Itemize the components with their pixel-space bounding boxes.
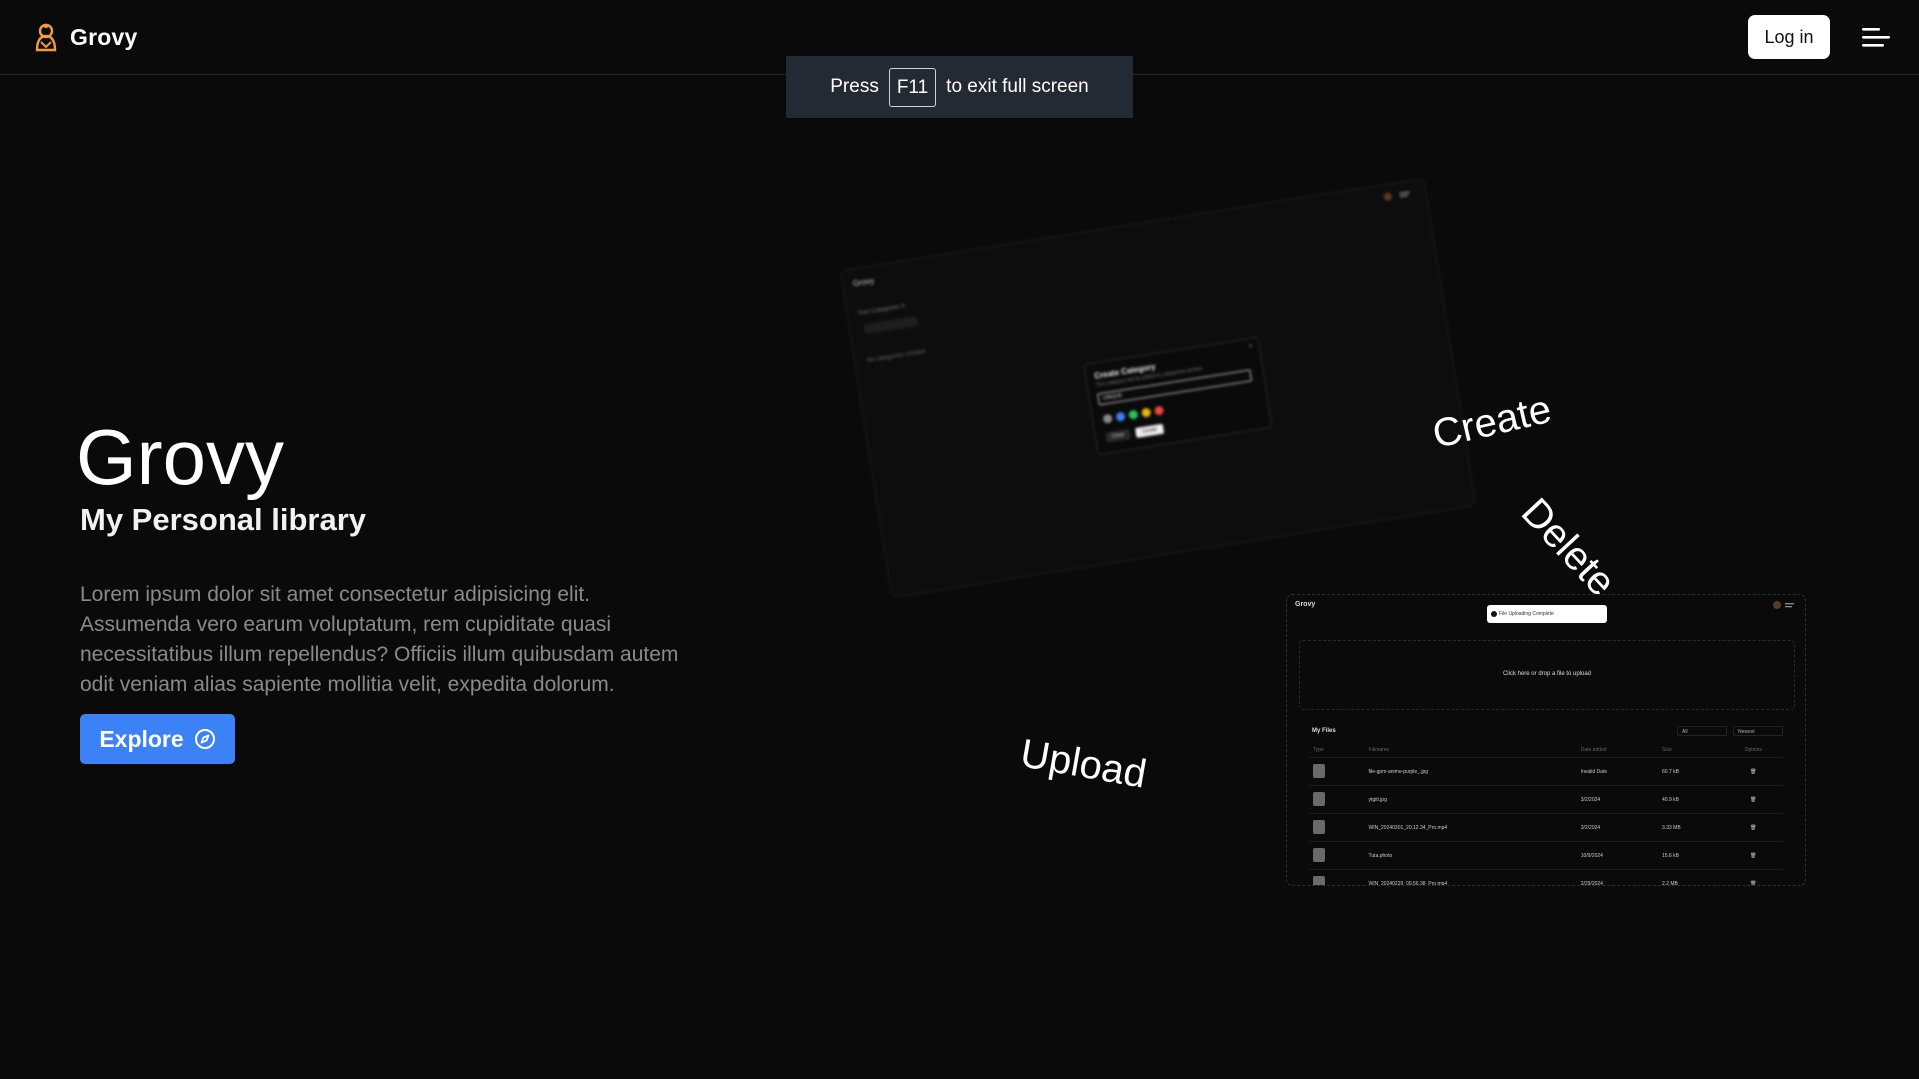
explore-label: Explore — [99, 725, 184, 752]
fullscreen-notice-suffix: to exit full screen — [946, 76, 1089, 97]
preview-empty-text: No categories created — [866, 349, 926, 365]
file-thumbnail — [1313, 763, 1325, 778]
trash-icon: 🗑 — [1750, 880, 1757, 886]
preview-header-icons — [1773, 601, 1794, 609]
file-size-cell: 2.2 MB — [1662, 880, 1678, 886]
preview-drop-text: Click here or drop a file to upload — [1502, 671, 1592, 677]
file-type-cell — [1309, 791, 1369, 808]
file-date-cell: 2/29/2024 — [1580, 880, 1603, 886]
trash-icon: 🗑 — [1750, 768, 1757, 775]
preview-drop-zone: Click here or drop a file to upload — [1299, 640, 1795, 710]
file-thumbnail — [1313, 791, 1325, 806]
file-date-cell: 3/2/2024 — [1580, 796, 1601, 803]
file-name-cell: ytgiti.jpg — [1368, 796, 1387, 803]
preview-color-picker — [1102, 405, 1165, 424]
hero-subtitle: My Personal library — [80, 502, 367, 537]
file-size-cell: 3.33 MB — [1662, 824, 1681, 831]
close-icon: × — [1248, 342, 1254, 351]
color-swatch — [1128, 409, 1139, 420]
fullscreen-notice: Press F11 to exit full screen — [786, 56, 1133, 118]
file-date-cell: 10/9/2024 — [1580, 852, 1603, 859]
preview-close-button: Close — [1105, 429, 1131, 443]
compass-icon — [194, 729, 215, 749]
preview-logo: Grovy — [852, 276, 875, 289]
brand[interactable]: Grovy — [32, 22, 137, 52]
menu-icon[interactable] — [1862, 26, 1890, 48]
color-swatch — [1153, 405, 1165, 416]
trash-icon: 🗑 — [1750, 824, 1757, 831]
preview-table-header: Type Filename Date added Size Options — [1309, 747, 1783, 757]
column-header: Size — [1662, 747, 1672, 753]
preview-create-dialog: × Create Category This category will be … — [1083, 336, 1273, 456]
file-thumbnail — [1313, 847, 1325, 862]
preview-upload-toast: File Uploading Complete — [1487, 605, 1607, 623]
fullscreen-key: F11 — [888, 67, 937, 107]
brand-name: Grovy — [70, 23, 138, 50]
trash-icon: 🗑 — [1750, 796, 1757, 803]
file-type-cell — [1309, 847, 1369, 864]
table-row: WIN_20240301_20.12.34_Pro.mp4 3/2/2024 3.3… — [1309, 813, 1783, 841]
color-swatch — [1115, 411, 1126, 422]
file-thumbnail — [1313, 875, 1325, 885]
upload-preview-screenshot: Grovy File Uploading Complete Click here… — [1286, 594, 1806, 886]
table-row: Tuta.photo 10/9/2024 15.6 kB 🗑 — [1309, 841, 1783, 869]
preview-type-filter: All — [1677, 726, 1727, 736]
preview-sort-filter: Newest — [1733, 726, 1783, 736]
file-size-cell: 60.7 kB — [1662, 768, 1679, 775]
fullscreen-notice-prefix: Press — [830, 76, 879, 97]
preview-files-table: Type Filename Date added Size Options fi… — [1309, 747, 1783, 886]
file-type-cell — [1309, 819, 1369, 836]
grovy-logo-icon — [35, 23, 57, 52]
check-icon — [1491, 611, 1497, 617]
table-row: WIN_20240229_09.56.38_Pro.mp4 2/29/2024 2.… — [1309, 869, 1783, 886]
column-header: Date added — [1580, 747, 1607, 753]
login-button[interactable]: Log in — [1748, 15, 1830, 59]
table-row: ytgiti.jpg 3/2/2024 40.9 kB 🗑 — [1309, 785, 1783, 813]
column-header: Type — [1313, 747, 1324, 753]
preview-logo: Grovy — [1295, 601, 1316, 608]
file-date-cell: Invalid Date — [1580, 768, 1608, 775]
hero-title: Grovy — [76, 413, 285, 501]
trash-icon: 🗑 — [1750, 852, 1757, 859]
file-date-cell: 3/2/2024 — [1580, 824, 1601, 831]
column-header: Options — [1744, 747, 1762, 753]
color-swatch — [1141, 407, 1152, 418]
column-header: Filename — [1368, 747, 1390, 753]
preview-toast-text: File Uploading Complete — [1499, 611, 1554, 617]
color-swatch — [1102, 413, 1113, 424]
file-name-cell: WIN_20240229_09.56.38_Pro.mp4 — [1368, 880, 1448, 886]
file-name-cell: file-gpm-anime-purple_.jpg — [1368, 768, 1429, 775]
delete-label: Delete — [1512, 490, 1624, 605]
table-row: file-gpm-anime-purple_.jpg Invalid Date 60… — [1309, 757, 1783, 785]
preview-categories-title: Your Categories 0 — [857, 303, 906, 318]
file-type-cell — [1309, 763, 1369, 780]
file-name-cell: WIN_20240301_20.12.34_Pro.mp4 — [1368, 824, 1448, 831]
explore-button[interactable]: Explore — [80, 714, 235, 764]
file-type-cell — [1309, 875, 1369, 885]
hero-description: Lorem ipsum dolor sit amet consectetur a… — [80, 583, 679, 696]
file-size-cell: 15.6 kB — [1662, 852, 1679, 859]
file-size-cell: 40.9 kB — [1662, 796, 1679, 803]
preview-files-title: My Files — [1312, 728, 1336, 734]
preview-create-button: Create — [1134, 423, 1165, 438]
preview-header-icons — [1383, 191, 1410, 201]
file-name-cell: Tuta.photo — [1368, 852, 1393, 859]
preview-add-category-chip — [863, 315, 919, 335]
create-preview-screenshot: Grovy Your Categories 0 No categories cr… — [839, 177, 1477, 599]
upload-label: Upload — [1017, 731, 1150, 797]
file-thumbnail — [1313, 819, 1325, 834]
